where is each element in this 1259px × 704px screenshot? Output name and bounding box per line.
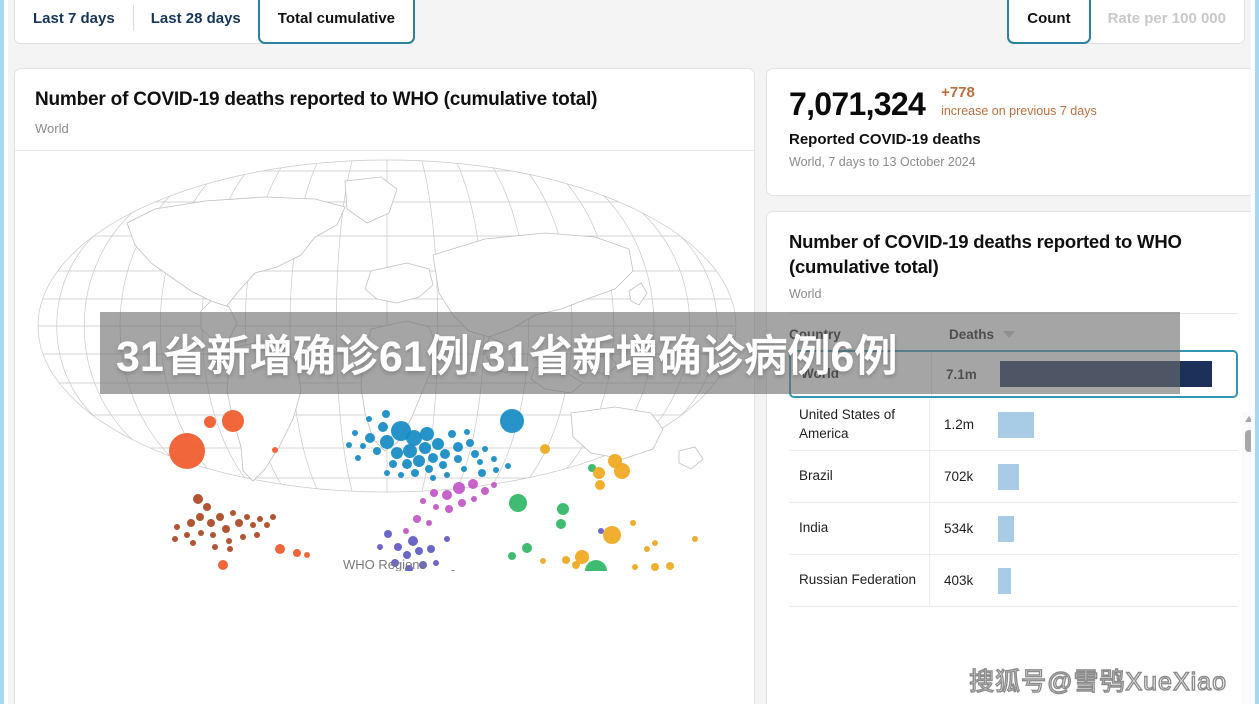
world-map[interactable]: WHO Regions Africa Americas Eastern M <box>15 151 754 572</box>
tab-rate-per-100000[interactable]: Rate per 100 000 <box>1090 0 1244 43</box>
table-row[interactable]: Russian Federation 403k <box>789 555 1238 608</box>
scroll-up-arrow-icon[interactable] <box>1245 416 1251 422</box>
table-row[interactable]: India 534k <box>789 503 1238 556</box>
row-bar <box>1000 361 1212 388</box>
tab-count[interactable]: Count <box>1007 0 1091 44</box>
country-rows: World 7.1m United States of America 1.2m <box>767 350 1251 608</box>
legend-title: WHO Regions <box>342 557 427 572</box>
world-map-svg <box>37 159 737 572</box>
tab-last-7-days[interactable]: Last 7 days <box>15 0 133 43</box>
time-range-tabs: Last 7 days Last 28 days Total cumulativ… <box>14 0 416 44</box>
map-card: Number of COVID-19 deaths reported to WH… <box>14 68 755 704</box>
table-title: Number of COVID-19 deaths reported to WH… <box>789 231 1182 277</box>
main-content: Number of COVID-19 deaths reported to WH… <box>8 56 1251 704</box>
map-card-header: Number of COVID-19 deaths reported to WH… <box>15 69 754 152</box>
row-country: United States of America <box>799 407 896 441</box>
tab-last-28-days[interactable]: Last 28 days <box>132 0 259 43</box>
table-row[interactable]: Brazil 702k <box>789 451 1238 504</box>
page-content: Last 7 days Last 28 days Total cumulativ… <box>8 0 1251 704</box>
row-value: 702k <box>944 469 974 485</box>
measure-tabs: Count Rate per 100 000 <box>1007 0 1245 44</box>
row-country: India <box>799 520 829 536</box>
map-subtitle: World <box>35 121 69 137</box>
table-row[interactable]: United States of America 1.2m <box>789 399 1238 452</box>
row-value: 403k <box>944 573 974 589</box>
row-bar <box>998 463 1019 490</box>
row-bar <box>998 567 1011 594</box>
top-toolbar: Last 7 days Last 28 days Total cumulativ… <box>8 0 1251 56</box>
chevron-down-icon <box>1003 331 1016 339</box>
row-value: 1.2m <box>944 417 975 433</box>
column-header-country[interactable]: Country <box>789 327 949 342</box>
table-scrollbar[interactable] <box>1242 412 1251 704</box>
scrollbar-thumb[interactable] <box>1245 430 1251 452</box>
stat-label: Reported COVID-19 deaths <box>789 131 981 148</box>
summary-stat-card: 7,071,324 +778 increase on previous 7 da… <box>766 68 1251 196</box>
row-country: Brazil <box>799 468 833 484</box>
row-country: World <box>801 365 839 381</box>
map-legend: WHO Regions Africa Americas Eastern M <box>15 557 754 571</box>
row-bar <box>998 411 1034 438</box>
table-column-headers: Country Deaths <box>767 314 1251 350</box>
row-value: 534k <box>944 521 974 537</box>
row-value: 7.1m <box>946 366 977 382</box>
row-country: Russian Federation <box>799 572 917 588</box>
tab-total-cumulative[interactable]: Total cumulative <box>257 0 416 44</box>
browser-page: Last 7 days Last 28 days Total cumulativ… <box>0 0 1259 704</box>
column-header-deaths-label: Deaths <box>949 327 995 343</box>
map-title: Number of COVID-19 deaths reported to WH… <box>35 89 598 110</box>
row-bar <box>998 515 1014 542</box>
country-table-card: Number of COVID-19 deaths reported to WH… <box>766 211 1251 704</box>
table-row[interactable]: World 7.1m <box>789 350 1238 399</box>
column-header-deaths[interactable]: Deaths <box>949 327 1016 343</box>
table-subtitle: World <box>789 287 822 302</box>
stat-scope: World, 7 days to 13 October 2024 <box>789 155 976 169</box>
delta-value: +778 <box>941 84 975 101</box>
delta-description: increase on previous 7 days <box>941 103 1097 118</box>
total-deaths-value: 7,071,324 <box>789 86 926 122</box>
